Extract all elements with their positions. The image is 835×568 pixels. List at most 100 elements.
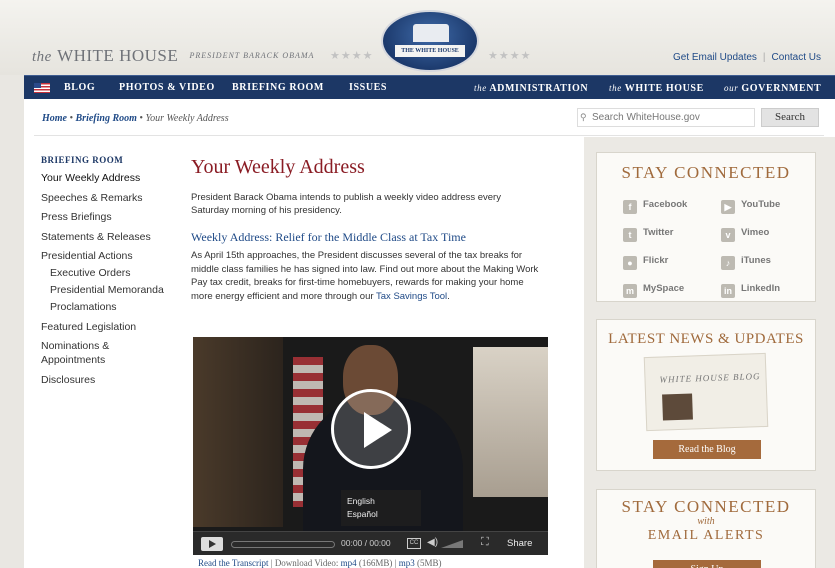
tax-savings-tool-link[interactable]: Tax Savings Tool (376, 291, 447, 302)
stay-connected-title: STAY CONNECTED (621, 163, 791, 182)
itunes-icon: ♪ (721, 256, 735, 270)
left-nav-executive-orders[interactable]: Executive Orders (41, 266, 176, 280)
get-email-updates-link[interactable]: Get Email Updates (673, 52, 757, 63)
house-icon (413, 24, 449, 42)
nav-issues[interactable]: ISSUES (349, 76, 387, 100)
brand-name: WHITE HOUSE (57, 46, 179, 65)
site-banner: the WHITE HOUSE PRESIDENT BARACK OBAMA ★… (0, 0, 835, 75)
linkedin-link[interactable]: in LinkedIn (721, 283, 780, 298)
twitter-link[interactable]: t Twitter (623, 227, 673, 242)
breadcrumb-briefing-room[interactable]: Briefing Room (76, 113, 137, 124)
latest-news-box: LATEST NEWS & UPDATES WHITE HOUSE BLOG R… (596, 319, 816, 471)
video-frame-curtain (193, 337, 283, 527)
right-sidebar: STAY CONNECTED f Facebook ▶ YouTube t Twitt… (584, 137, 835, 568)
facebook-icon: f (623, 200, 637, 214)
time-readout: 00:00 / 00:00 (341, 538, 391, 548)
volume-icon[interactable]: ◀) (427, 537, 438, 548)
flickr-icon: ● (623, 256, 637, 270)
youtube-icon: ▶ (721, 200, 735, 214)
vimeo-icon: v (721, 228, 735, 242)
search-input[interactable]: ⚲ Search WhiteHouse.gov (577, 108, 755, 127)
search-placeholder: Search WhiteHouse.gov (592, 112, 700, 123)
left-nav: BRIEFING ROOM Your Weekly Address Speech… (41, 155, 176, 392)
mp4-link[interactable]: mp4 (341, 558, 357, 568)
video-player[interactable]: English Español 00:00 / 00:00 CC ◀) ⛶ Sh… (193, 337, 548, 555)
myspace-link[interactable]: m MySpace (623, 283, 684, 298)
myspace-icon: m (623, 284, 637, 298)
control-play-icon[interactable] (201, 537, 223, 551)
left-nav-nominations[interactable]: Nominations & Appointments (41, 339, 141, 367)
main-nav: BLOG PHOTOS & VIDEO BRIEFING ROOM ISSUES… (24, 75, 835, 99)
seal-ribbon: THE WHITE HOUSE (395, 45, 465, 57)
video-frame-window (473, 347, 548, 497)
left-nav-presidential-memoranda[interactable]: Presidential Memoranda (41, 283, 176, 297)
mp3-link[interactable]: mp3 (399, 558, 415, 568)
nav-administration[interactable]: the ADMINISTRATION (474, 76, 588, 100)
article-body: As April 15th approaches, the President … (191, 250, 539, 302)
top-links: Get Email Updates | Contact Us (672, 52, 821, 63)
facebook-link[interactable]: f Facebook (623, 199, 687, 214)
blog-paper-title: WHITE HOUSE BLOG (659, 371, 761, 385)
left-nav-statements[interactable]: Statements & Releases (41, 230, 176, 244)
volume-slider[interactable] (441, 540, 463, 548)
left-nav-heading[interactable]: BRIEFING ROOM (41, 155, 176, 165)
stay-connected-box: STAY CONNECTED f Facebook ▶ YouTube t Twitt… (596, 152, 816, 302)
latest-news-title: LATEST NEWS & UPDATES (608, 331, 804, 347)
nav-the-white-house[interactable]: the WHITE HOUSE (609, 76, 704, 100)
brand-subtitle: PRESIDENT BARACK OBAMA (189, 51, 315, 60)
mp3-size: (5MB) (416, 558, 442, 568)
intro-text: President Barack Obama intends to publis… (191, 192, 501, 216)
sign-up-button[interactable]: Sign Up (653, 560, 761, 568)
progress-bar[interactable] (231, 541, 335, 548)
search-button[interactable]: Search (761, 108, 819, 127)
language-menu: English Español (341, 490, 421, 526)
search-icon: ⚲ (580, 112, 587, 122)
left-nav-speeches[interactable]: Speeches & Remarks (41, 191, 176, 205)
site-logo[interactable]: the WHITE HOUSE PRESIDENT BARACK OBAMA (32, 46, 314, 66)
contact-us-link[interactable]: Contact Us (772, 52, 821, 63)
share-button[interactable]: Share (507, 538, 532, 549)
left-nav-proclamations[interactable]: Proclamations (41, 300, 176, 314)
nav-blog[interactable]: BLOG (64, 76, 95, 100)
download-label: Download Video: (274, 558, 339, 568)
nav-photos-video[interactable]: PHOTOS & VIDEO (119, 76, 215, 100)
nav-our-government[interactable]: our GOVERNMENT (724, 76, 821, 100)
breadcrumb-current: Your Weekly Address (145, 113, 229, 124)
captions-icon[interactable]: CC (407, 538, 421, 549)
itunes-link[interactable]: ♪ iTunes (721, 255, 771, 270)
left-nav-disclosures[interactable]: Disclosures (41, 373, 176, 387)
flickr-link[interactable]: ● Flickr (623, 255, 668, 270)
nav-briefing-room[interactable]: BRIEFING ROOM (232, 76, 324, 100)
video-links: Read the Transcript | Download Video: mp… (198, 558, 442, 568)
play-button-icon[interactable] (331, 389, 411, 469)
linkedin-icon: in (721, 284, 735, 298)
left-nav-presidential-actions[interactable]: Presidential Actions (41, 249, 176, 263)
language-espanol[interactable]: Español (347, 508, 415, 521)
mp4-size: (166MB) (358, 558, 393, 568)
white-house-seal[interactable]: THE WHITE HOUSE (381, 10, 479, 72)
language-english[interactable]: English (347, 495, 415, 508)
page-title: Your Weekly Address (191, 156, 365, 178)
left-nav-featured-legislation[interactable]: Featured Legislation (41, 320, 176, 334)
brand-the: the (32, 49, 52, 65)
read-the-blog-button[interactable]: Read the Blog (653, 440, 761, 459)
video-controls: 00:00 / 00:00 CC ◀) ⛶ Share (193, 531, 548, 555)
page-content: Home • Briefing Room • Your Weekly Addre… (24, 99, 835, 568)
youtube-link[interactable]: ▶ YouTube (721, 199, 780, 214)
email-box-title: STAY CONNECTED (621, 497, 791, 516)
stars-decoration-left: ★★★★ (330, 50, 374, 62)
fullscreen-icon[interactable]: ⛶ (481, 536, 489, 549)
breadcrumb: Home • Briefing Room • Your Weekly Addre… (42, 113, 229, 124)
read-transcript-link[interactable]: Read the Transcript (198, 558, 269, 568)
flag-icon (34, 83, 50, 93)
email-alerts-box: STAY CONNECTED with EMAIL ALERTS Sign Up (596, 489, 816, 568)
article-headline[interactable]: Weekly Address: Relief for the Middle Cl… (191, 230, 551, 245)
blog-photo (662, 393, 693, 421)
breadcrumb-home[interactable]: Home (42, 113, 67, 124)
blog-newspaper-image: WHITE HOUSE BLOG (643, 352, 769, 432)
twitter-icon: t (623, 228, 637, 242)
left-nav-weekly-address[interactable]: Your Weekly Address (41, 171, 176, 185)
left-nav-press-briefings[interactable]: Press Briefings (41, 210, 176, 224)
stars-decoration-right: ★★★★ (488, 50, 532, 62)
vimeo-link[interactable]: v Vimeo (721, 227, 769, 242)
